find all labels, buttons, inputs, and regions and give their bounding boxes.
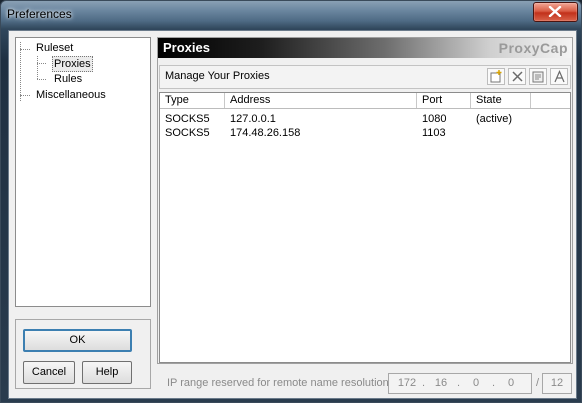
cell-state: (active) xyxy=(476,113,513,125)
tree-item-ruleset[interactable]: Ruleset xyxy=(34,41,75,55)
ip-octet-4: 0 xyxy=(507,377,515,389)
new-proxy-button[interactable] xyxy=(487,68,505,85)
window-title: Preferences xyxy=(7,7,72,21)
table-row[interactable]: SOCKS5 174.48.26.158 1103 xyxy=(160,127,570,140)
proxy-list[interactable]: Type Address Port State SOCKS5 127.0.0.1… xyxy=(159,92,571,363)
dialog-buttons-group: OK Cancel Help xyxy=(15,319,151,389)
ip-octet-1: 172 xyxy=(397,377,417,389)
proxies-panel: Proxies ProxyCap Manage Your Proxies Typ… xyxy=(157,37,573,364)
column-header-address[interactable]: Address xyxy=(225,93,417,108)
cell-type: SOCKS5 xyxy=(165,127,210,139)
proxy-properties-button[interactable] xyxy=(529,68,547,85)
tree-item-rules[interactable]: Rules xyxy=(52,72,84,86)
subnet-mask-value: 12 xyxy=(550,377,564,389)
cell-address: 127.0.0.1 xyxy=(230,113,276,125)
cancel-button[interactable]: Cancel xyxy=(23,361,75,384)
ip-octet-2: 16 xyxy=(434,377,448,389)
manage-proxies-label: Manage Your Proxies xyxy=(165,70,270,82)
properties-icon xyxy=(532,71,544,83)
panel-header: Proxies ProxyCap xyxy=(158,38,572,58)
mask-separator: / xyxy=(536,377,540,389)
close-button[interactable] xyxy=(533,2,578,22)
ip-address-field[interactable]: 172 . 16 . 0 . 0 xyxy=(388,373,532,394)
preferences-window: Preferences Ruleset Proxies Rules Miscel… xyxy=(0,0,582,403)
close-icon xyxy=(548,6,562,17)
help-button[interactable]: Help xyxy=(82,361,132,384)
list-header: Type Address Port State xyxy=(160,93,570,109)
rename-proxy-button[interactable] xyxy=(550,68,568,85)
table-row[interactable]: SOCKS5 127.0.0.1 1080 (active) xyxy=(160,113,570,126)
brand-logo: ProxyCap xyxy=(498,40,568,56)
column-header-port[interactable]: Port xyxy=(417,93,471,108)
delete-icon xyxy=(512,71,523,82)
dialog-client-area: Ruleset Proxies Rules Miscellaneous OK C… xyxy=(8,30,577,399)
cell-port: 1103 xyxy=(422,127,446,139)
cell-port: 1080 xyxy=(422,113,447,125)
tree-item-miscellaneous[interactable]: Miscellaneous xyxy=(34,88,108,102)
ok-button[interactable]: OK xyxy=(23,329,132,352)
manage-proxies-bar: Manage Your Proxies xyxy=(159,65,571,89)
cell-type: SOCKS5 xyxy=(165,113,210,125)
subnet-mask-field[interactable]: 12 xyxy=(542,373,572,394)
settings-tree: Ruleset Proxies Rules Miscellaneous xyxy=(15,37,151,307)
title-bar[interactable]: Preferences xyxy=(1,1,581,29)
rename-icon xyxy=(554,70,565,83)
column-header-state[interactable]: State xyxy=(471,93,531,108)
delete-proxy-button[interactable] xyxy=(508,68,526,85)
ip-range-label: IP range reserved for remote name resolu… xyxy=(167,377,392,389)
new-proxy-icon xyxy=(490,70,502,83)
ip-octet-3: 0 xyxy=(472,377,480,389)
tree-item-proxies[interactable]: Proxies xyxy=(52,56,93,72)
column-header-type[interactable]: Type xyxy=(160,93,225,108)
cell-address: 174.48.26.158 xyxy=(230,127,301,139)
panel-title: Proxies xyxy=(163,40,210,55)
